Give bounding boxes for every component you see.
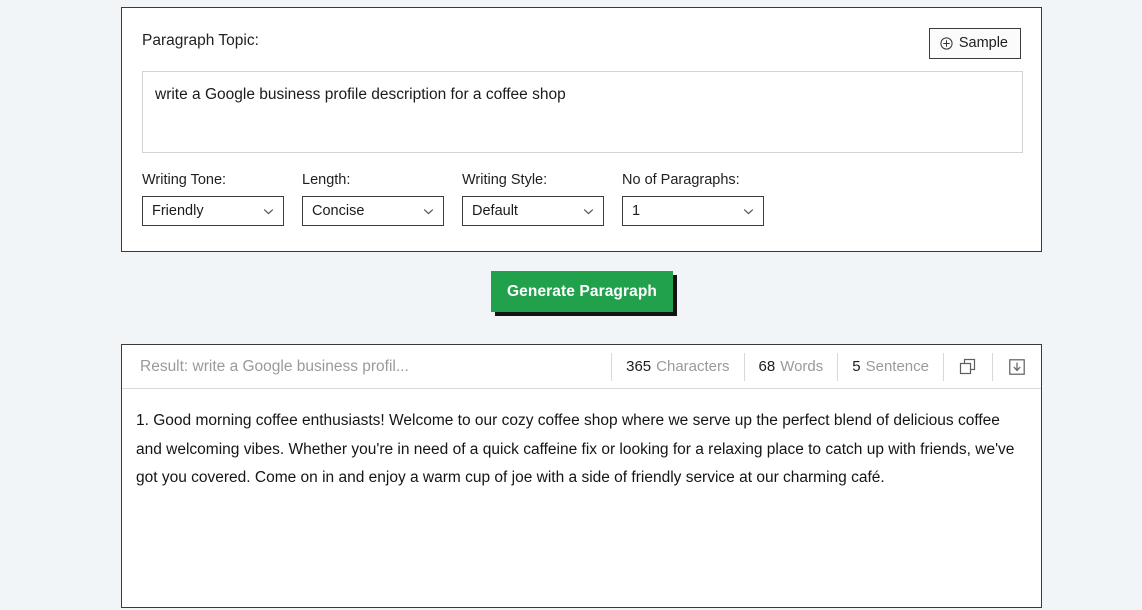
writing-style-label: Writing Style: bbox=[462, 172, 548, 188]
plus-circle-icon bbox=[940, 37, 953, 50]
chevron-down-icon bbox=[423, 206, 434, 217]
sample-button[interactable]: Sample bbox=[928, 28, 1021, 59]
chevron-down-icon bbox=[583, 206, 594, 217]
stat-characters: 365 Characters bbox=[611, 352, 743, 381]
length-select[interactable]: Concise bbox=[302, 196, 444, 226]
stat-sentences: 5 Sentence bbox=[837, 352, 943, 381]
generate-button-wrapper: Generate Paragraph bbox=[491, 271, 677, 316]
result-header: Result: write a Google business profil..… bbox=[122, 345, 1041, 389]
writing-tone-value: Friendly bbox=[152, 203, 204, 219]
download-button[interactable] bbox=[992, 352, 1041, 381]
control-no-of-paragraphs: No of Paragraphs: 1 bbox=[622, 171, 781, 226]
chevron-down-icon bbox=[743, 206, 754, 217]
no-of-paragraphs-select[interactable]: 1 bbox=[622, 196, 764, 226]
words-count: 68 bbox=[758, 357, 776, 375]
length-value: Concise bbox=[312, 203, 365, 219]
no-of-paragraphs-value: 1 bbox=[632, 203, 641, 219]
writing-tone-label: Writing Tone: bbox=[142, 172, 227, 188]
result-title: Result: write a Google business profil..… bbox=[140, 357, 409, 375]
writing-controls: Writing Tone: Friendly Length: Concise W… bbox=[142, 171, 782, 226]
copy-icon bbox=[958, 357, 978, 377]
chevron-down-icon bbox=[263, 206, 274, 217]
paragraph-input-panel: Paragraph Topic: Sample Writing Tone: Fr… bbox=[121, 7, 1042, 252]
sample-button-label: Sample bbox=[958, 35, 1008, 51]
paragraph-topic-label: Paragraph Topic: bbox=[142, 32, 259, 49]
writing-tone-select[interactable]: Friendly bbox=[142, 196, 284, 226]
topic-row: Paragraph Topic: Sample bbox=[142, 28, 1021, 64]
characters-count: 365 bbox=[626, 357, 652, 375]
characters-label: Characters bbox=[656, 357, 730, 375]
result-panel: Result: write a Google business profil..… bbox=[121, 344, 1042, 608]
download-box-icon bbox=[1007, 357, 1027, 377]
control-writing-tone: Writing Tone: Friendly bbox=[142, 171, 301, 226]
writing-style-value: Default bbox=[472, 203, 518, 219]
page-root: Paragraph Topic: Sample Writing Tone: Fr… bbox=[0, 0, 1142, 610]
no-of-paragraphs-label: No of Paragraphs: bbox=[622, 172, 740, 188]
stat-words: 68 Words bbox=[743, 352, 838, 381]
result-text: 1. Good morning coffee enthusiasts! Welc… bbox=[136, 412, 1015, 486]
copy-button[interactable] bbox=[943, 352, 992, 381]
paragraph-topic-input[interactable] bbox=[142, 71, 1023, 153]
control-length: Length: Concise bbox=[302, 171, 461, 226]
length-label: Length: bbox=[302, 172, 351, 188]
sentence-label: Sentence bbox=[865, 357, 929, 375]
sentence-count: 5 bbox=[852, 357, 861, 375]
writing-style-select[interactable]: Default bbox=[462, 196, 604, 226]
control-writing-style: Writing Style: Default bbox=[462, 171, 621, 226]
words-label: Words bbox=[780, 357, 824, 375]
generate-paragraph-button[interactable]: Generate Paragraph bbox=[491, 271, 673, 312]
